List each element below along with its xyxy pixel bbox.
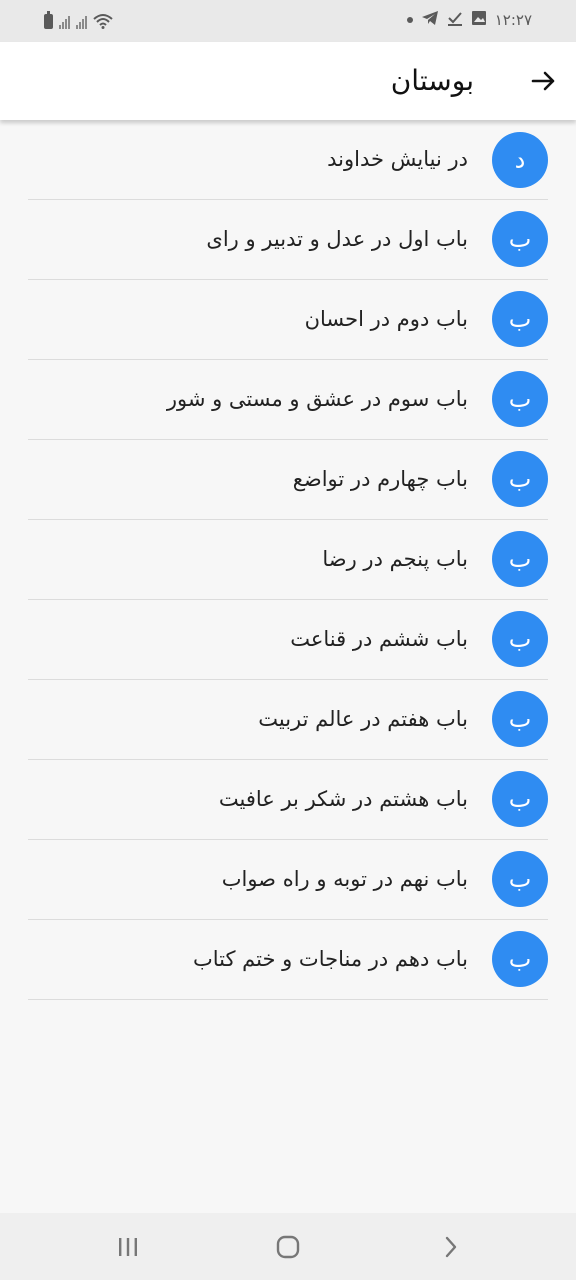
list-item-label: باب نهم در توبه و راه صواب: [221, 867, 468, 891]
home-button[interactable]: [272, 1231, 304, 1263]
avatar: ب: [492, 291, 548, 347]
list-item-label: باب اول در عدل و تدبیر و رای: [206, 227, 468, 251]
list-item[interactable]: ب باب هفتم در عالم تربیت: [28, 680, 548, 760]
avatar: ب: [492, 691, 548, 747]
status-left-icons: [44, 10, 113, 30]
list-item[interactable]: ب باب چهارم در تواضع: [28, 440, 548, 520]
list-item-label: باب ششم در قناعت: [290, 627, 468, 651]
check-icon: [447, 10, 463, 30]
list-item[interactable]: ب باب ششم در قناعت: [28, 600, 548, 680]
signal-icon: [76, 14, 87, 29]
dot-icon: [406, 17, 413, 23]
list-item[interactable]: ب باب دهم در مناجات و ختم کتاب: [28, 920, 548, 1000]
list-item-label: باب هشتم در شکر بر عافیت: [218, 787, 468, 811]
recents-icon: [119, 1238, 137, 1256]
battery-icon: [44, 10, 53, 29]
home-icon: [276, 1235, 300, 1259]
list-item-label: باب دهم در مناجات و ختم کتاب: [192, 947, 468, 971]
telegram-icon: [421, 10, 439, 30]
avatar: ب: [492, 451, 548, 507]
avatar: ب: [492, 851, 548, 907]
clock-time: ۱۲:۲۷: [494, 11, 532, 29]
arrow-right-icon: [531, 71, 555, 91]
chapter-list: د در نیایش خداوند ب باب اول در عدل و تدب…: [28, 120, 548, 1000]
page-title: بوستان: [390, 64, 474, 97]
recents-button[interactable]: [112, 1231, 144, 1263]
status-bar: ۱۲:۲۷: [0, 0, 576, 42]
list-item[interactable]: ب باب هشتم در شکر بر عافیت: [28, 760, 548, 840]
status-right-icons: ۱۲:۲۷: [406, 10, 532, 30]
list-item-label: باب پنجم در رضا: [322, 547, 468, 571]
avatar: ب: [492, 771, 548, 827]
list-item[interactable]: ب باب دوم در احسان: [28, 280, 548, 360]
list-item[interactable]: د در نیایش خداوند: [28, 120, 548, 200]
avatar: ب: [492, 371, 548, 427]
signal-icon: [59, 14, 70, 29]
list-item-label: باب دوم در احسان: [304, 307, 468, 331]
list-item[interactable]: ب باب اول در عدل و تدبیر و رای: [28, 200, 548, 280]
avatar: ب: [492, 931, 548, 987]
avatar: د: [492, 132, 548, 188]
nav-back-button[interactable]: [434, 1231, 466, 1263]
list-item-label: باب چهارم در تواضع: [292, 467, 468, 491]
avatar: ب: [492, 531, 548, 587]
gallery-icon: [471, 10, 487, 30]
back-icon: [445, 1236, 457, 1258]
system-nav-bar: [0, 1213, 576, 1280]
app-bar: بوستان: [0, 42, 576, 120]
avatar: ب: [492, 211, 548, 267]
list-item[interactable]: ب باب نهم در توبه و راه صواب: [28, 840, 548, 920]
wifi-icon: [93, 13, 113, 29]
list-item[interactable]: ب باب سوم در عشق و مستی و شور: [28, 360, 548, 440]
list-item-label: در نیایش خداوند: [327, 147, 468, 171]
list-item-label: باب سوم در عشق و مستی و شور: [166, 387, 468, 411]
list-item[interactable]: ب باب پنجم در رضا: [28, 520, 548, 600]
avatar: ب: [492, 611, 548, 667]
back-button[interactable]: [524, 61, 564, 101]
list-item-label: باب هفتم در عالم تربیت: [258, 707, 468, 731]
